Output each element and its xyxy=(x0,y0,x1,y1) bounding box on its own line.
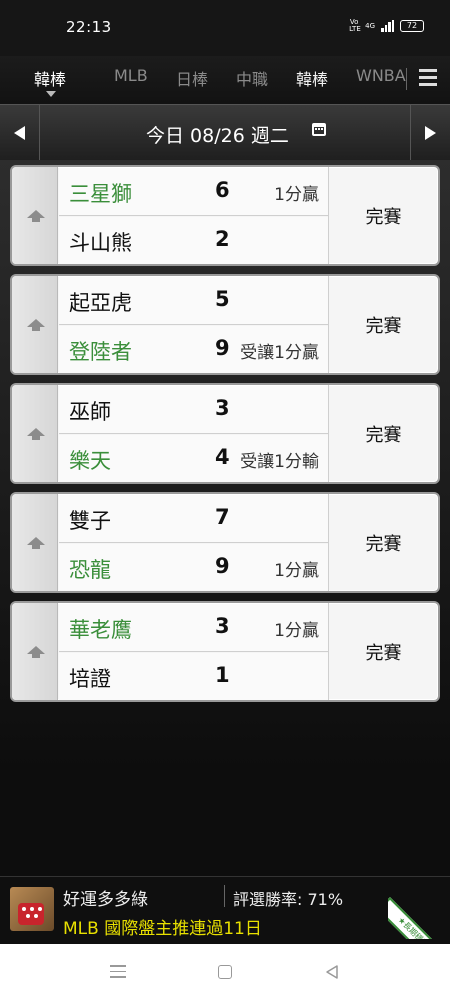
promo-headline: MLB 國際盤主推連過11日 xyxy=(63,919,262,939)
nav-divider xyxy=(406,68,407,90)
team-name: 恐龍 xyxy=(69,558,111,582)
up-arrow-icon xyxy=(27,210,45,222)
handicap-result: 1分贏 xyxy=(274,185,319,205)
team-row: 起亞虎 5 xyxy=(59,277,328,325)
team-name: 三星獅 xyxy=(69,182,132,206)
team-name: 樂天 xyxy=(69,449,111,473)
handicap-result: 受讓1分輸 xyxy=(240,452,319,472)
team-row: 三星獅 6 1分贏 xyxy=(59,168,328,216)
system-navigation-bar xyxy=(0,944,450,1000)
game-card[interactable]: 三星獅 6 1分贏 斗山熊 2 完賽 xyxy=(10,165,440,266)
expand-button[interactable] xyxy=(12,494,58,591)
team-name: 華老鷹 xyxy=(69,618,132,642)
date-bar: 今日 08/26 週二 xyxy=(0,104,450,161)
dropdown-arrow-icon[interactable] xyxy=(46,91,56,97)
expand-button[interactable] xyxy=(12,603,58,700)
status-time: 22:13 xyxy=(66,18,112,36)
hamburger-menu-icon[interactable] xyxy=(419,69,437,87)
tab-korea-baseball[interactable]: 韓棒 xyxy=(296,66,328,90)
status-bar: 22:13 Vo LTE 4G 72 xyxy=(0,0,450,56)
up-arrow-icon xyxy=(27,428,45,440)
game-card[interactable]: 巫師 3 樂天 4 受讓1分輸 完賽 xyxy=(10,383,440,484)
game-status: 完賽 xyxy=(328,167,438,264)
game-status: 完賽 xyxy=(328,276,438,373)
expand-button[interactable] xyxy=(12,167,58,264)
triangle-right-icon xyxy=(425,126,436,140)
date-label[interactable]: 今日 08/26 週二 xyxy=(146,121,289,148)
team-score: 1 xyxy=(215,663,230,687)
home-icon[interactable] xyxy=(218,965,232,979)
expand-button[interactable] xyxy=(12,276,58,373)
previous-day-button[interactable] xyxy=(0,105,40,161)
team-name: 起亞虎 xyxy=(69,291,132,315)
up-arrow-icon xyxy=(27,319,45,331)
status-icons: Vo LTE 4G 72 xyxy=(349,19,424,33)
calendar-icon[interactable] xyxy=(312,123,326,136)
promo-ribbon: ★長期穩定★ xyxy=(388,877,450,939)
team-score: 3 xyxy=(215,396,230,420)
promo-name: 好運多多綠 xyxy=(63,890,148,910)
game-status: 完賽 xyxy=(328,494,438,591)
up-arrow-icon xyxy=(27,537,45,549)
game-status: 完賽 xyxy=(328,385,438,482)
handicap-result: 受讓1分贏 xyxy=(240,343,319,363)
team-score: 7 xyxy=(215,505,230,529)
ribbon-label: ★長期穩定★ xyxy=(388,897,450,939)
game-card[interactable]: 雙子 7 恐龍 9 1分贏 完賽 xyxy=(10,492,440,593)
team-row: 巫師 3 xyxy=(59,386,328,434)
promo-divider xyxy=(224,885,225,907)
tab-wnba[interactable]: WNBA xyxy=(356,66,406,85)
promo-banner[interactable]: 好運多多綠 評選勝率: 71% MLB 國際盤主推連過11日 ★長期穩定★ xyxy=(0,876,450,944)
signal-icon xyxy=(381,20,394,32)
team-name: 巫師 xyxy=(69,400,111,424)
team-row: 華老鷹 3 1分贏 xyxy=(59,604,328,652)
tab-cpbl[interactable]: 中職 xyxy=(236,66,268,90)
promo-win-rate: 評選勝率: 71% xyxy=(233,890,344,909)
team-row: 培證 1 xyxy=(59,653,328,700)
volte-icon: Vo LTE xyxy=(349,18,361,33)
game-status: 完賽 xyxy=(328,603,438,700)
expand-button[interactable] xyxy=(12,385,58,482)
game-card[interactable]: 華老鷹 3 1分贏 培證 1 完賽 xyxy=(10,601,440,702)
network-label: 4G xyxy=(365,22,375,30)
team-name: 登陸者 xyxy=(69,340,132,364)
team-score: 5 xyxy=(215,287,230,311)
team-row: 雙子 7 xyxy=(59,495,328,543)
team-name: 雙子 xyxy=(69,509,111,533)
up-arrow-icon xyxy=(27,646,45,658)
dice-avatar-icon xyxy=(10,887,54,931)
game-card[interactable]: 起亞虎 5 登陸者 9 受讓1分贏 完賽 xyxy=(10,274,440,375)
league-tabs: 韓棒 MLB 日棒 中職 韓棒 WNBA xyxy=(0,56,450,104)
team-row: 恐龍 9 1分贏 xyxy=(59,544,328,591)
team-row: 樂天 4 受讓1分輸 xyxy=(59,435,328,482)
recent-apps-icon[interactable] xyxy=(110,965,126,982)
team-name: 培證 xyxy=(69,667,111,691)
next-day-button[interactable] xyxy=(410,105,450,161)
tab-japan-baseball[interactable]: 日棒 xyxy=(176,66,208,90)
team-row: 登陸者 9 受讓1分贏 xyxy=(59,326,328,373)
tab-mlb[interactable]: MLB xyxy=(114,66,148,85)
game-list: 三星獅 6 1分贏 斗山熊 2 完賽 起亞虎 5 登陸者 9 受讓1分贏 完賽 xyxy=(0,160,450,876)
team-name: 斗山熊 xyxy=(69,231,132,255)
handicap-result: 1分贏 xyxy=(274,561,319,581)
back-icon[interactable] xyxy=(324,964,340,980)
battery-icon: 72 xyxy=(400,20,424,32)
tab-korea-baseball-selected[interactable]: 韓棒 xyxy=(34,66,66,90)
handicap-result: 1分贏 xyxy=(274,621,319,641)
team-row: 斗山熊 2 xyxy=(59,217,328,264)
triangle-left-icon xyxy=(14,126,25,140)
team-score: 2 xyxy=(215,227,230,251)
